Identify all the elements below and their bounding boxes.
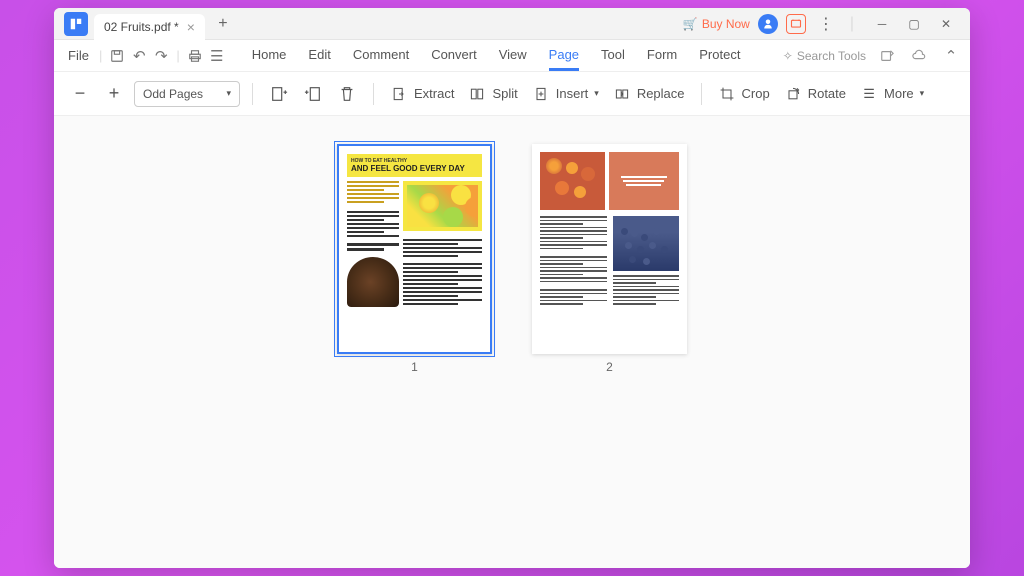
- hamburger-icon: ☰: [860, 85, 878, 103]
- maximize-button[interactable]: ▢: [898, 10, 930, 38]
- tab-protect[interactable]: Protect: [699, 41, 740, 71]
- notification-icon[interactable]: [786, 14, 806, 34]
- redo-icon[interactable]: ↷: [150, 45, 172, 67]
- cart-icon: 🛒: [683, 17, 698, 31]
- replace-button[interactable]: Replace: [609, 85, 689, 103]
- split-icon: [468, 85, 486, 103]
- zoom-in-button[interactable]: +: [100, 80, 128, 108]
- tab-view[interactable]: View: [499, 41, 527, 71]
- search-tools-label: Search Tools: [797, 49, 866, 63]
- replace-label: Replace: [637, 86, 685, 101]
- chevron-down-icon: ▾: [594, 88, 599, 99]
- insert-button[interactable]: Insert ▾: [528, 85, 603, 103]
- page-canvas: [532, 144, 687, 354]
- extract-button[interactable]: Extract: [386, 85, 458, 103]
- chevron-down-icon: ▾: [226, 88, 231, 99]
- toolbar-dropdown-icon[interactable]: ☰: [206, 45, 228, 67]
- extract-icon: [390, 85, 408, 103]
- insert-label: Insert: [556, 86, 589, 101]
- user-avatar-icon[interactable]: [758, 14, 778, 34]
- more-label: More: [884, 86, 914, 101]
- page1-title: AND FEEL GOOD EVERY DAY: [351, 164, 478, 173]
- replace-icon: [613, 85, 631, 103]
- rotate-label: Rotate: [808, 86, 846, 101]
- print-icon[interactable]: [184, 45, 206, 67]
- minimize-button[interactable]: ─: [866, 10, 898, 38]
- tab-convert[interactable]: Convert: [431, 41, 477, 71]
- rotate-button[interactable]: Rotate: [780, 85, 850, 103]
- app-logo-icon: [64, 12, 88, 36]
- page-thumbnails-workspace: HOW TO EAT HEALTHY AND FEEL GOOD EVERY D…: [54, 116, 970, 568]
- app-window: 02 Fruits.pdf * × + 🛒 Buy Now ⋮ | ─ ▢ ✕: [54, 8, 970, 568]
- search-tools-button[interactable]: ✧ Search Tools: [783, 49, 866, 63]
- insert-icon: [532, 85, 550, 103]
- page-filter-label: Odd Pages: [143, 87, 203, 101]
- close-tab-icon[interactable]: ×: [187, 19, 195, 35]
- undo-icon[interactable]: ↶: [128, 45, 150, 67]
- close-window-button[interactable]: ✕: [930, 10, 962, 38]
- tab-tool[interactable]: Tool: [601, 41, 625, 71]
- page-filter-dropdown[interactable]: Odd Pages ▾: [134, 81, 240, 107]
- buy-now-link[interactable]: 🛒 Buy Now: [683, 17, 750, 31]
- extract-label: Extract: [414, 86, 454, 101]
- chevron-down-icon: ▾: [920, 88, 925, 99]
- crop-icon: [718, 85, 736, 103]
- tab-form[interactable]: Form: [647, 41, 677, 71]
- crop-label: Crop: [742, 86, 770, 101]
- add-tab-button[interactable]: +: [211, 12, 235, 36]
- delete-page-icon[interactable]: [333, 80, 361, 108]
- more-button[interactable]: ☰ More ▾: [856, 85, 928, 103]
- zoom-out-button[interactable]: −: [66, 80, 94, 108]
- cloud-icon[interactable]: [908, 45, 930, 67]
- page-number-label: 2: [606, 360, 613, 374]
- sparkle-icon: ✧: [783, 49, 793, 63]
- tab-title: 02 Fruits.pdf *: [104, 20, 179, 34]
- insert-after-icon[interactable]: [299, 80, 327, 108]
- save-icon[interactable]: [106, 45, 128, 67]
- tab-comment[interactable]: Comment: [353, 41, 409, 71]
- insert-before-icon[interactable]: [265, 80, 293, 108]
- kebab-menu-icon[interactable]: ⋮: [814, 14, 838, 34]
- share-icon[interactable]: [876, 45, 898, 67]
- menubar: File | ↶ ↷ | ☰ Home Edit Comment Convert…: [54, 40, 970, 72]
- tab-edit[interactable]: Edit: [308, 41, 330, 71]
- page-toolbar: − + Odd Pages ▾ Extract Split Insert ▾ R…: [54, 72, 970, 116]
- rotate-icon: [784, 85, 802, 103]
- titlebar: 02 Fruits.pdf * × + 🛒 Buy Now ⋮ | ─ ▢ ✕: [54, 8, 970, 40]
- split-button[interactable]: Split: [464, 85, 521, 103]
- tab-home[interactable]: Home: [252, 41, 287, 71]
- split-label: Split: [492, 86, 517, 101]
- page-number-label: 1: [411, 360, 418, 374]
- crop-button[interactable]: Crop: [714, 85, 774, 103]
- file-menu[interactable]: File: [62, 48, 95, 63]
- document-tab[interactable]: 02 Fruits.pdf * ×: [94, 14, 205, 40]
- buy-now-label: Buy Now: [702, 17, 750, 31]
- tab-page[interactable]: Page: [549, 41, 579, 71]
- page-canvas: HOW TO EAT HEALTHY AND FEEL GOOD EVERY D…: [337, 144, 492, 354]
- collapse-icon[interactable]: ⌃: [940, 45, 962, 67]
- page-thumbnail-2[interactable]: 2: [532, 144, 687, 374]
- page-thumbnail-1[interactable]: HOW TO EAT HEALTHY AND FEEL GOOD EVERY D…: [337, 144, 492, 374]
